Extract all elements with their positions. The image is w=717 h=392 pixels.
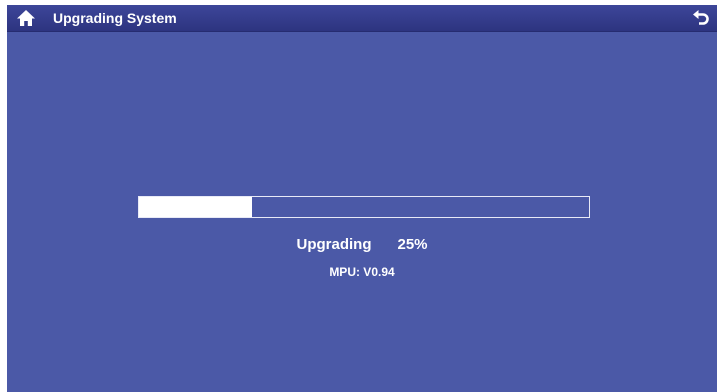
back-arrow-icon [693, 10, 709, 25]
upgrade-progress-fill [139, 197, 252, 217]
mpu-version: MPU: V0.94 [329, 265, 395, 279]
upgrade-status-label: Upgrading [296, 236, 372, 253]
upgrade-percent: 25% [397, 236, 428, 253]
title-bar: Upgrading System [7, 5, 717, 32]
upgrade-progress-bar [138, 196, 590, 218]
upgrade-status: Upgrading 25% [7, 236, 717, 254]
page-title: Upgrading System [53, 10, 177, 26]
home-icon [17, 10, 35, 26]
back-button[interactable] [691, 8, 711, 28]
upgrade-screen: Upgrading System Upgrading 25% MPU: V0.94 [7, 5, 717, 392]
home-button[interactable] [16, 8, 36, 28]
